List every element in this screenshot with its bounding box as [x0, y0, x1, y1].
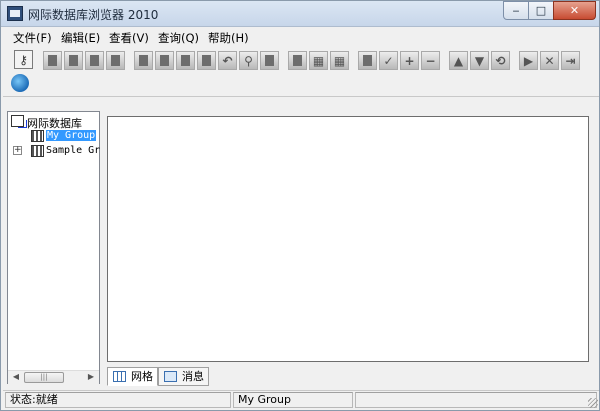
result-grid-area[interactable] — [107, 116, 589, 362]
refresh-icon[interactable]: ⟲ — [491, 51, 510, 70]
status-group: My Group — [233, 392, 353, 408]
toolbar-button-2[interactable] — [64, 51, 83, 70]
tree-horizontal-scrollbar[interactable]: ◀ ||| ▶ — [8, 370, 99, 384]
grid-view-icon[interactable]: ▦ — [330, 51, 349, 70]
app-window: 网际数据库浏览器 2010 ‒ □ ✕ 文件(F) 编辑(E) 查看(V) 查询… — [0, 0, 600, 411]
menu-bar: 文件(F) 编辑(E) 查看(V) 查询(Q) 帮助(H) — [3, 28, 599, 46]
toolbar-button-4[interactable] — [106, 51, 125, 70]
close-button[interactable]: ✕ — [553, 1, 596, 20]
check-icon[interactable]: ✓ — [379, 51, 398, 70]
scroll-thumb[interactable]: ||| — [24, 372, 64, 383]
tab-grid-label: 网格 — [131, 370, 153, 383]
window-title: 网际数据库浏览器 2010 — [28, 8, 159, 22]
connect-icon[interactable]: ⚷ — [14, 50, 33, 69]
toolbar-button-1[interactable] — [43, 51, 62, 70]
toolbar-button-9[interactable] — [260, 51, 279, 70]
toolbar-button-7[interactable] — [176, 51, 195, 70]
toolbar-button-6[interactable] — [155, 51, 174, 70]
tree-expander[interactable]: + — [13, 146, 22, 155]
tab-grid[interactable]: 网格 — [107, 367, 158, 386]
undo-icon[interactable]: ↶ — [218, 51, 237, 70]
toolbar-button-8[interactable] — [197, 51, 216, 70]
scroll-right-icon[interactable]: ▶ — [84, 372, 98, 384]
result-tabs: 网格 消息 — [107, 367, 587, 386]
grid-icon — [113, 371, 126, 382]
tree-item-sample-group[interactable]: Sample Gr — [46, 145, 100, 156]
stop-icon[interactable]: ✕ — [540, 51, 559, 70]
step-icon[interactable]: ⇥ — [561, 51, 580, 70]
tab-messages-label: 消息 — [182, 370, 204, 383]
scroll-left-icon[interactable]: ◀ — [9, 372, 23, 384]
menu-query[interactable]: 查询(Q) — [158, 30, 199, 46]
toolbar-button-3[interactable] — [85, 51, 104, 70]
globe-icon[interactable] — [11, 74, 29, 92]
arrow-down-icon[interactable]: ▼ — [470, 51, 489, 70]
menu-file[interactable]: 文件(F) — [13, 30, 52, 46]
tree-root-label[interactable]: 网际数据库 — [27, 115, 82, 131]
toolbar-button-11[interactable] — [358, 51, 377, 70]
find-icon[interactable]: ⚲ — [239, 51, 258, 70]
arrow-up-icon[interactable]: ▲ — [449, 51, 468, 70]
plus-icon[interactable]: + — [400, 51, 419, 70]
tab-messages[interactable]: 消息 — [158, 367, 209, 386]
status-extra — [355, 392, 597, 408]
toolbar-button-10[interactable] — [288, 51, 307, 70]
menu-edit[interactable]: 编辑(E) — [61, 30, 100, 46]
database-icon — [11, 115, 27, 128]
menu-view[interactable]: 查看(V) — [109, 30, 149, 46]
status-bar: 状态:就绪 My Group — [3, 390, 599, 409]
run-icon[interactable]: ▶ — [519, 51, 538, 70]
tree-item-my-group[interactable]: My Group — [46, 130, 97, 141]
table-edit-icon[interactable]: ▦ — [309, 51, 328, 70]
status-text: 状态:就绪 — [5, 392, 231, 408]
minimize-button[interactable]: ‒ — [503, 1, 529, 20]
database-tree[interactable]: 网际数据库 My Group + Sample Gr — [7, 111, 100, 384]
toolbar-button-5[interactable] — [134, 51, 153, 70]
group-icon — [31, 130, 44, 142]
maximize-button[interactable]: □ — [528, 1, 554, 20]
title-bar[interactable]: 网际数据库浏览器 2010 ‒ □ ✕ — [1, 1, 599, 27]
menu-help[interactable]: 帮助(H) — [208, 30, 249, 46]
resize-grip[interactable] — [588, 398, 598, 408]
toolbar: ⚷ ↶ ⚲ ▦ ▦ ✓ + − ▲ ▼ ⟲ ▶ ✕ ⇥ — [3, 47, 599, 97]
minus-icon[interactable]: − — [421, 51, 440, 70]
message-icon — [164, 371, 177, 382]
app-icon — [7, 6, 23, 21]
group-icon — [31, 145, 44, 157]
